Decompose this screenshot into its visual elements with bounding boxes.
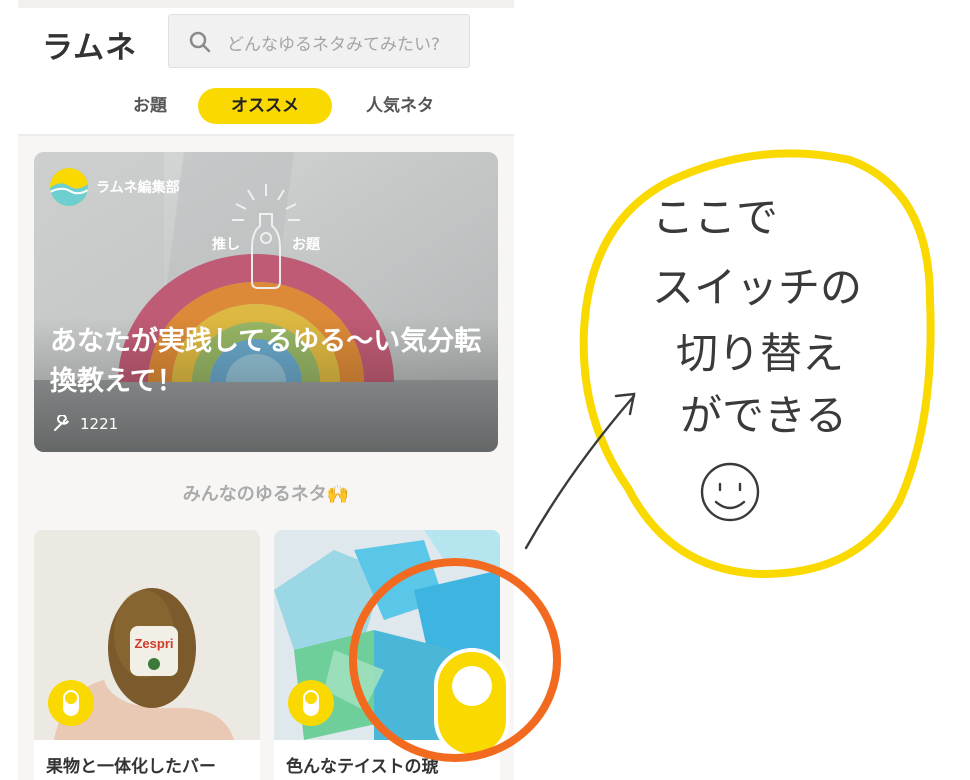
- feature-shade: [34, 152, 498, 452]
- search-placeholder: どんなゆるネタみてみたい?: [227, 35, 441, 55]
- feature-badge-left: 推し: [212, 237, 240, 253]
- note-line-1: ここで: [652, 193, 778, 242]
- note-line-3: 切り替え: [676, 329, 844, 378]
- note-line-2: スイッチの: [652, 263, 862, 312]
- screenshot-page: ラムネ どんなゆるネタみてみたい? お題 オススメ 人気ネタ ラムネ編集部 推し…: [0, 0, 970, 780]
- feature-count: 1221: [80, 415, 119, 433]
- tab-osusume[interactable]: オススメ: [198, 88, 332, 124]
- search-input[interactable]: どんなゆるネタみてみたい?: [168, 14, 470, 68]
- switch-icon[interactable]: [288, 680, 334, 726]
- tab-ninki[interactable]: 人気ネタ: [350, 88, 450, 124]
- feature-title: あなたが実践してるゆる〜い気分転換教えて！: [50, 326, 482, 397]
- svg-text:Zespri: Zespri: [134, 636, 173, 651]
- app-header: ラムネ どんなゆるネタみてみたい? お題 オススメ 人気ネタ: [18, 8, 514, 136]
- feature-badge-right: お題: [292, 237, 320, 253]
- search-icon: [189, 31, 211, 53]
- card-title: 色んなテイストの琥: [286, 757, 439, 777]
- featured-topic-card[interactable]: ラムネ編集部 推し お題 あなたが実践してるゆる〜い気分転換教えて！ 1221: [34, 152, 498, 452]
- wrench-icon: [54, 415, 69, 431]
- mode-switch-button[interactable]: [434, 648, 510, 758]
- app-screen: ラムネ どんなゆるネタみてみたい? お題 オススメ 人気ネタ ラムネ編集部 推し…: [18, 0, 514, 780]
- switch-icon[interactable]: [48, 680, 94, 726]
- tab-bar: お題 オススメ 人気ネタ: [18, 88, 514, 128]
- note-line-4: ができる: [680, 391, 847, 440]
- status-strip: [18, 0, 514, 8]
- section-heading: みんなのゆるネタ🙌: [182, 484, 350, 505]
- smiley-icon: [700, 462, 760, 522]
- author-name: ラムネ編集部: [96, 180, 180, 196]
- app-logo[interactable]: ラムネ: [42, 22, 137, 67]
- author-avatar: [50, 168, 88, 206]
- card-title: 果物と一体化したバー: [46, 757, 216, 777]
- tab-odai[interactable]: お題: [114, 88, 186, 124]
- post-card[interactable]: Zespri 果物と一体化したバー: [34, 530, 260, 780]
